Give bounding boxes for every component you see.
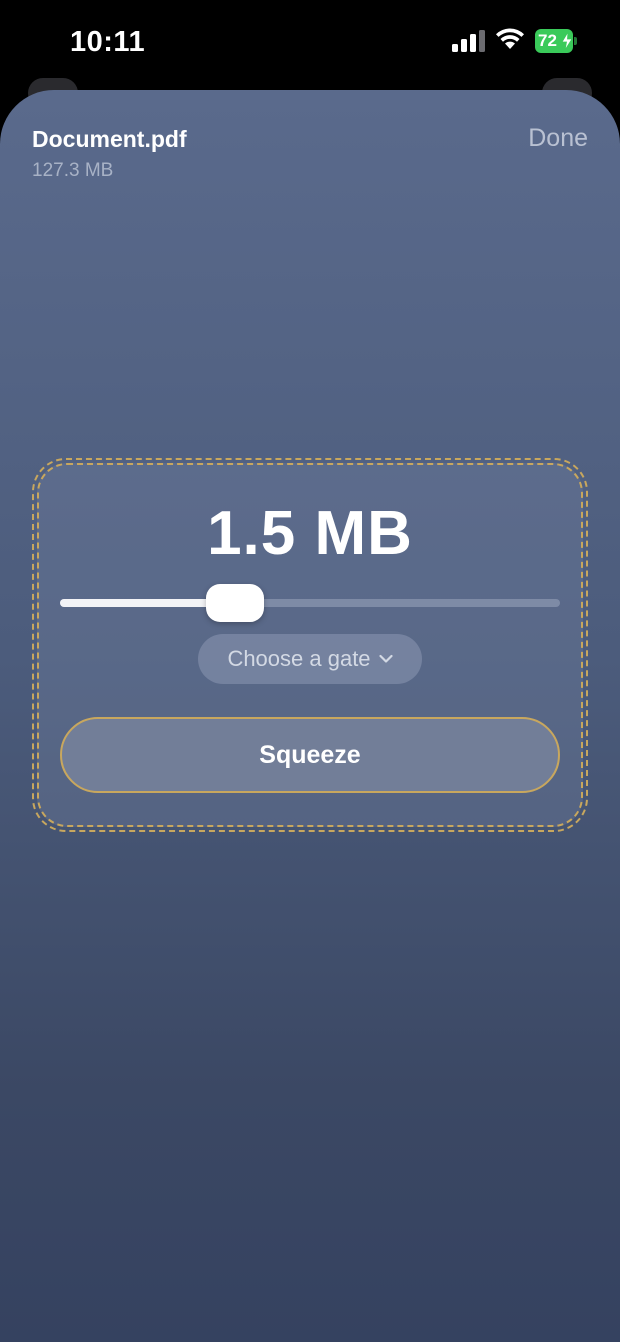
squeeze-button[interactable]: Squeeze [60, 717, 560, 793]
file-size: 127.3 MB [32, 160, 114, 181]
status-time: 10:11 [70, 26, 146, 58]
size-slider[interactable] [60, 582, 560, 622]
gate-dropdown-label: Choose a gate [227, 646, 371, 671]
battery-tip [574, 37, 577, 45]
target-size-value: 1.5 MB [207, 499, 413, 568]
battery-level: 72 [538, 31, 557, 50]
chevron-down-icon [378, 654, 393, 663]
cellular-signal-icon [452, 30, 485, 52]
gate-dropdown[interactable]: Choose a gate [198, 634, 422, 684]
charging-bolt-icon [561, 32, 573, 50]
file-name: Document.pdf [32, 126, 187, 152]
slider-thumb[interactable] [206, 584, 264, 622]
done-button[interactable]: Done [528, 124, 588, 153]
wifi-icon [496, 28, 524, 49]
battery-indicator: 72 [535, 29, 577, 53]
status-bar: 10:11 72 [0, 0, 620, 90]
